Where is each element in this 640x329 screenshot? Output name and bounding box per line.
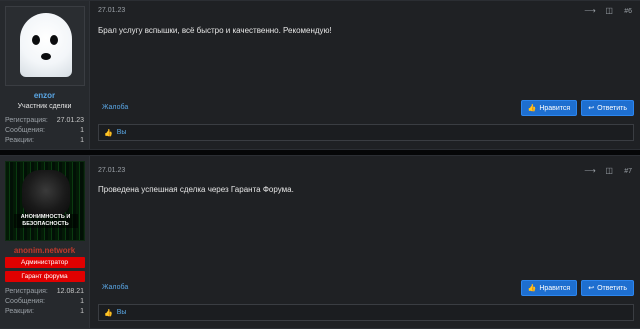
post-actions-top: ⟶ ◫ #7 (584, 166, 632, 176)
user-column: enzor Участник сделки Регистрация: 27.01.… (0, 1, 90, 149)
username[interactable]: enzor (4, 91, 85, 100)
report-link[interactable]: Жалоба (102, 284, 128, 291)
post-footer-actions: 👍 Нравится ↩ Ответить (520, 280, 634, 296)
banner-guarantor: Гарант форума (4, 271, 85, 282)
bookmark-icon[interactable]: ◫ (604, 166, 614, 176)
stat-registration: Регистрация: 27.01.23 (5, 117, 84, 124)
thumbs-up-icon: 👍 (104, 129, 113, 137)
anonymous-mask-icon (21, 170, 70, 216)
share-icon[interactable]: ⟶ (584, 166, 595, 176)
user-avatar[interactable] (4, 6, 85, 86)
post-7: АНОНИМНОСТЬ И БЕЗОПАСНОСТЬ anonim.networ… (0, 155, 640, 329)
user-column: АНОНИМНОСТЬ И БЕЗОПАСНОСТЬ anonim.networ… (0, 156, 90, 328)
bookmark-icon[interactable]: ◫ (604, 6, 614, 16)
post-message: Проведена успешная сделка через Гаранта … (98, 185, 294, 194)
stat-registration: Регистрация: 12.08.21 (5, 288, 84, 295)
report-link[interactable]: Жалоба (102, 104, 128, 111)
reaction-users[interactable]: Вы (117, 129, 127, 136)
avatar-caption: АНОНИМНОСТЬ И БЕЗОПАСНОСТЬ (13, 214, 78, 228)
user-title: Участник сделки (17, 103, 72, 110)
reactions-bar[interactable]: 👍 Вы (98, 304, 634, 321)
post-date[interactable]: 27.01.23 (98, 167, 125, 174)
user-avatar[interactable]: АНОНИМНОСТЬ И БЕЗОПАСНОСТЬ (4, 161, 85, 241)
banner-admin: Администратор (4, 257, 85, 268)
reply-button[interactable]: ↩ Ответить (581, 280, 634, 296)
post-actions-top: ⟶ ◫ #6 (584, 6, 632, 16)
post-footer-actions: 👍 Нравится ↩ Ответить (520, 100, 634, 116)
reaction-users[interactable]: Вы (117, 309, 127, 316)
stat-messages: Сообщения: 1 (5, 127, 84, 134)
username[interactable]: anonim.network (4, 246, 85, 255)
reactions-bar[interactable]: 👍 Вы (98, 124, 634, 141)
reply-icon: ↩ (588, 105, 595, 112)
thumbs-up-icon: 👍 (104, 309, 113, 317)
post-number[interactable]: #6 (624, 8, 632, 15)
post-date[interactable]: 27.01.23 (98, 7, 125, 14)
post-6: enzor Участник сделки Регистрация: 27.01.… (0, 0, 640, 150)
post-content: 27.01.23 ⟶ ◫ #6 Брал услугу вспышки, всё… (98, 1, 634, 149)
reply-button[interactable]: ↩ Ответить (581, 100, 634, 116)
share-icon[interactable]: ⟶ (584, 6, 595, 16)
post-content: 27.01.23 ⟶ ◫ #7 Проведена успешная сделк… (98, 156, 634, 328)
stat-reactions: Реакции: 1 (5, 308, 84, 315)
thumbs-up-icon: 👍 (527, 285, 537, 292)
thumbs-up-icon: 👍 (527, 105, 537, 112)
user-stats: Регистрация: 27.01.23 Сообщения: 1 Реакции… (4, 116, 85, 146)
like-button[interactable]: 👍 Нравится (520, 100, 578, 116)
post-number[interactable]: #7 (624, 168, 632, 175)
stat-reactions: Реакции: 1 (5, 137, 84, 144)
reply-icon: ↩ (588, 285, 595, 292)
stat-messages: Сообщения: 1 (5, 298, 84, 305)
user-stats: Регистрация: 12.08.21 Сообщения: 1 Реакции… (4, 287, 85, 317)
like-button[interactable]: 👍 Нравится (520, 280, 578, 296)
ghost-icon (19, 13, 72, 77)
post-message: Брал услугу вспышки, всё быстро и качест… (98, 26, 332, 35)
